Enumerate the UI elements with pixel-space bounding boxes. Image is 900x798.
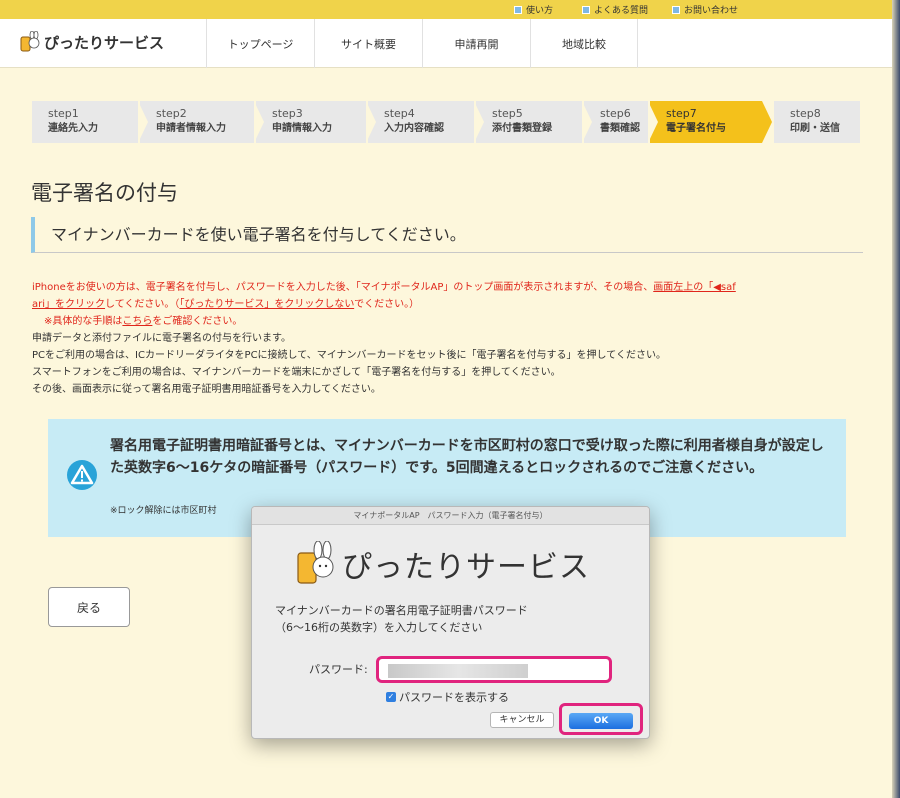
masked-password-value <box>388 664 528 678</box>
bullet-icon <box>672 5 680 14</box>
instruction-notes: iPhoneをお使いの方は、電子署名を付与し、パスワードを入力した後、「マイナポ… <box>32 279 868 398</box>
password-label: パスワード: <box>309 663 368 676</box>
step-progress: step1 連絡先入力 step2 申請者情報入力 step3 申請情報入力 s… <box>32 101 860 143</box>
dialog-title: マイナポータルAP パスワード入力（電子署名付与） <box>252 507 649 525</box>
step-divider <box>474 101 484 143</box>
nav-resume[interactable]: 申請再開 <box>422 19 530 68</box>
utility-bar: 使い方 よくある質問 お問い合わせ <box>0 0 900 19</box>
step-7-active: step7 電子署名付与 <box>650 101 762 143</box>
step-6: step6 書類確認 <box>584 101 648 143</box>
cancel-button[interactable]: キャンセル <box>490 712 554 728</box>
procedure-link[interactable]: こちら <box>122 316 152 327</box>
window-edge <box>892 0 900 798</box>
safari-instruction-link[interactable]: 画面左上の「◀saf <box>653 282 736 293</box>
do-not-click-note: 「ぴったりサービス」をクリックしない <box>179 299 355 310</box>
pin-warning-text: 署名用電子証明書用暗証番号とは、マイナンバーカードを市区町村の窓口で受け取った際… <box>110 438 824 476</box>
page-title: 電子署名の付与 <box>31 181 178 205</box>
step-3: step3 申請情報入力 <box>256 101 366 143</box>
step-1: step1 連絡先入力 <box>32 101 138 143</box>
step-divider <box>582 101 592 143</box>
nav-compare[interactable]: 地域比較 <box>530 19 638 68</box>
password-input[interactable] <box>376 656 612 683</box>
ok-highlight: OK <box>559 703 643 735</box>
detail-procedure-note: ※具体的な手順はこちらをご確認ください。 <box>44 316 243 327</box>
note-line: スマートフォンをご利用の場合は、マイナンバーカードを端末にかざして「電子署名を付… <box>32 367 561 378</box>
nav-overview[interactable]: サイト概要 <box>314 19 422 68</box>
checkbox-checked-icon: ✓ <box>386 692 396 702</box>
nav-top[interactable]: トップページ <box>206 19 314 68</box>
dialog-logo-text: ぴったりサービス <box>342 550 590 585</box>
ok-button[interactable]: OK <box>569 713 633 729</box>
step-divider <box>254 101 264 143</box>
bullet-icon <box>582 5 590 14</box>
active-step-arrow <box>762 101 772 143</box>
safari-instruction-link-cont[interactable]: ari」をクリック <box>32 299 105 310</box>
step-5: step5 添付書類登録 <box>476 101 582 143</box>
step-divider <box>138 101 148 143</box>
site-logo[interactable]: ぴったりサービス <box>20 31 164 53</box>
main-nav: トップページ サイト概要 申請再開 地域比較 <box>206 19 638 68</box>
show-password-checkbox[interactable]: ✓ パスワードを表示する <box>386 689 509 705</box>
dialog-logo: ぴったりサービス <box>296 541 590 587</box>
note-line: 申請データと添付ファイルに電子署名の付与を行います。 <box>32 333 291 344</box>
rabbit-mascot-icon <box>20 31 40 52</box>
utility-link-contact[interactable]: お問い合わせ <box>672 3 738 16</box>
iphone-warning: iPhoneをお使いの方は、電子署名を付与し、パスワードを入力した後、「マイナポ… <box>32 282 736 310</box>
step-8: step8 印刷・送信 <box>774 101 860 143</box>
bullet-icon <box>514 5 522 14</box>
page-subtitle: マイナンバーカードを使い電子署名を付与してください。 <box>31 217 863 253</box>
site-name: ぴったりサービス <box>44 33 165 52</box>
rabbit-mascot-icon <box>297 541 334 584</box>
step-divider <box>648 101 658 143</box>
note-line: その後、画面表示に従って署名用電子証明書用暗証番号を入力してください。 <box>32 384 381 395</box>
step-2: step2 申請者情報入力 <box>140 101 254 143</box>
utility-link-faq[interactable]: よくある質問 <box>582 3 648 16</box>
site-header: ぴったりサービス トップページ サイト概要 申請再開 地域比較 <box>0 19 900 68</box>
utility-link-howto[interactable]: 使い方 <box>514 3 553 16</box>
note-line: PCをご利用の場合は、ICカードリーダライタをPCに接続して、マイナンバーカード… <box>32 350 666 361</box>
lock-release-note: ※ロック解除には市区町村 <box>110 506 217 516</box>
dialog-message: マイナンバーカードの署名用電子証明書パスワード （6〜16桁の英数字）を入力して… <box>275 604 528 634</box>
step-4: step4 入力内容確認 <box>368 101 474 143</box>
step-divider <box>366 101 376 143</box>
back-button[interactable]: 戻る <box>48 587 130 627</box>
password-dialog: マイナポータルAP パスワード入力（電子署名付与） ぴったりサービス マイナンバ… <box>251 506 650 739</box>
warning-icon <box>67 460 97 490</box>
